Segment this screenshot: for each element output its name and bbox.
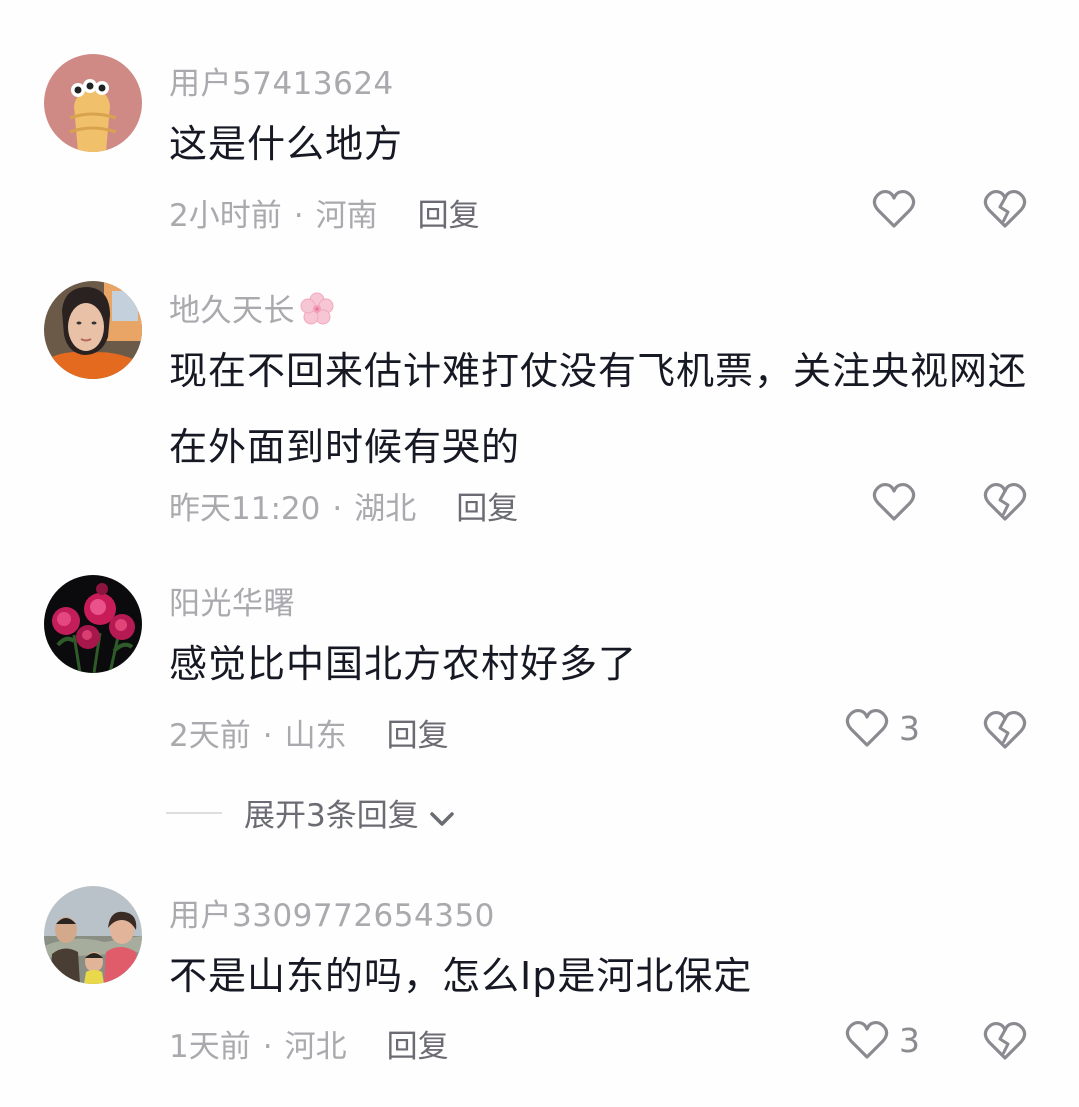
dislike-button[interactable] bbox=[983, 482, 1027, 522]
comment-location: 河北 bbox=[284, 1029, 347, 1065]
comment-text: 感觉比中国北方农村好多了 bbox=[169, 642, 638, 686]
cherry-blossom-icon bbox=[299, 291, 335, 327]
comment-location: 河南 bbox=[315, 198, 378, 234]
chevron-down-icon bbox=[427, 802, 457, 826]
username-text: 地久天长 bbox=[169, 293, 295, 329]
comment-meta: 1天前 · 河北 回复 bbox=[169, 1021, 449, 1066]
avatar[interactable] bbox=[44, 575, 142, 673]
reply-button[interactable]: 回复 bbox=[387, 718, 449, 754]
comment-meta: 2小时前 · 河南 回复 bbox=[169, 190, 480, 235]
comment-time: 1天前 bbox=[169, 1029, 251, 1065]
broken-heart-icon bbox=[983, 1021, 1027, 1061]
dislike-button[interactable] bbox=[983, 710, 1027, 750]
comment-time: 2小时前 bbox=[169, 198, 282, 234]
heart-icon bbox=[872, 482, 916, 522]
separator: · bbox=[332, 491, 343, 527]
heart-icon bbox=[845, 1020, 889, 1060]
reply-button[interactable]: 回复 bbox=[418, 198, 480, 234]
broken-heart-icon bbox=[983, 189, 1027, 229]
like-button[interactable]: 3 bbox=[845, 708, 920, 748]
comment-text: 不是山东的吗，怎么Ip是河北保定 bbox=[169, 954, 753, 998]
like-button[interactable]: 3 bbox=[845, 1020, 920, 1060]
expand-replies-button[interactable]: 展开3条回复 bbox=[166, 790, 457, 835]
comment-time: 昨天11:20 bbox=[169, 491, 321, 527]
avatar[interactable] bbox=[44, 886, 142, 984]
heart-icon bbox=[872, 189, 916, 229]
comment-location: 湖北 bbox=[354, 491, 417, 527]
comment-meta: 2天前 · 山东 回复 bbox=[169, 710, 449, 755]
comment-text: 这是什么地方 bbox=[169, 122, 404, 166]
like-button[interactable] bbox=[872, 482, 926, 522]
separator: · bbox=[293, 198, 304, 234]
broken-heart-icon bbox=[983, 482, 1027, 522]
username[interactable]: 阳光华曙 bbox=[169, 578, 295, 623]
heart-icon bbox=[845, 708, 889, 748]
comment-location: 山东 bbox=[284, 718, 347, 754]
separator: · bbox=[262, 1029, 273, 1065]
username[interactable]: 用户3309772654350 bbox=[169, 890, 495, 935]
reply-button[interactable]: 回复 bbox=[387, 1029, 449, 1065]
comment-meta: 昨天11:20 · 湖北 回复 bbox=[169, 483, 518, 528]
dislike-button[interactable] bbox=[983, 1021, 1027, 1061]
expand-replies-label: 展开3条回复 bbox=[244, 798, 419, 834]
comment-text: 现在不回来估计难打仗没有飞机票，关注央视网还在外面到时候有哭的 bbox=[169, 349, 1028, 469]
divider bbox=[166, 811, 222, 814]
username[interactable]: 用户57413624 bbox=[169, 58, 394, 103]
separator: · bbox=[262, 718, 273, 754]
like-button[interactable] bbox=[872, 189, 926, 229]
like-count: 3 bbox=[899, 708, 920, 748]
comment-time: 2天前 bbox=[169, 718, 251, 754]
broken-heart-icon bbox=[983, 710, 1027, 750]
avatar[interactable] bbox=[44, 281, 142, 379]
avatar[interactable] bbox=[44, 54, 142, 152]
reply-button[interactable]: 回复 bbox=[456, 491, 518, 527]
like-count: 3 bbox=[899, 1020, 920, 1060]
dislike-button[interactable] bbox=[983, 189, 1027, 229]
username[interactable]: 地久天长 bbox=[169, 285, 335, 330]
